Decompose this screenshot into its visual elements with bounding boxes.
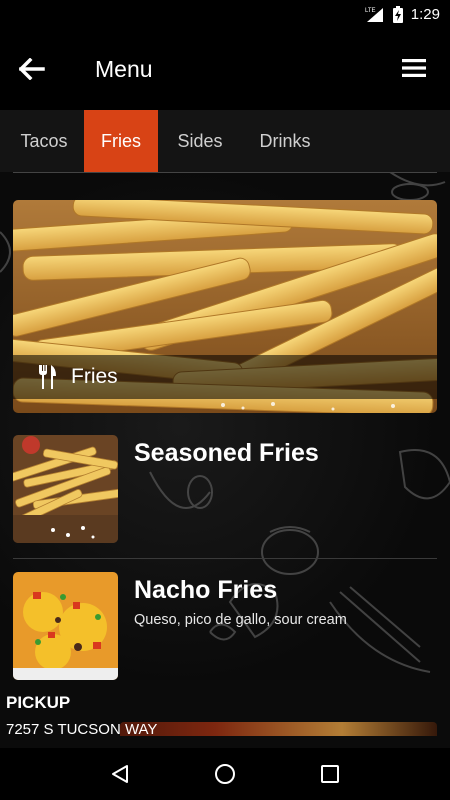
nav-back-icon [112, 765, 129, 783]
nav-recents-icon [320, 765, 339, 783]
back-button[interactable] [2, 39, 62, 99]
arrow-back-icon [19, 58, 45, 80]
category-hero-card[interactable]: Fries [13, 200, 437, 413]
category-tabs: Tacos Fries Sides Drinks [0, 110, 450, 172]
tab-tacos[interactable]: Tacos [0, 110, 84, 172]
seasoned-fries-thumbnail [13, 435, 118, 543]
pickup-label: PICKUP [6, 693, 71, 712]
utensils-icon [39, 365, 56, 389]
hero-label: Fries [71, 365, 118, 388]
pickup-address: 7257 S TUCSON WAY [6, 721, 158, 738]
pickup-banner[interactable]: PICKUP 7257 S TUCSON WAY [0, 680, 450, 748]
item-divider [13, 558, 437, 559]
nacho-fries-thumbnail [13, 572, 118, 680]
tab-sides[interactable]: Sides [158, 110, 242, 172]
page-title: Menu [95, 55, 153, 82]
menu-item-nacho-fries[interactable]: Nacho Fries Queso, pico de gallo, sour c… [13, 572, 437, 680]
menu-button[interactable] [398, 50, 430, 86]
menu-content[interactable]: Fries Seasoned Fries Nacho Fries Queso, … [0, 172, 450, 680]
tab-drinks[interactable]: Drinks [242, 110, 328, 172]
system-nav-bar [0, 748, 450, 800]
status-time: 1:29 [410, 5, 440, 23]
svg-text:LTE: LTE [365, 8, 376, 14]
next-item-peek [120, 722, 437, 736]
menu-item-seasoned-fries[interactable]: Seasoned Fries [13, 435, 437, 545]
battery-charging-icon [392, 5, 403, 23]
nav-home-button[interactable] [205, 754, 245, 794]
tab-fries[interactable]: Fries [84, 110, 158, 172]
hamburger-icon [402, 59, 426, 77]
app-bar: Menu [0, 28, 450, 110]
status-bar: LTE 1:29 [0, 0, 450, 28]
item-name: Nacho Fries [134, 576, 278, 604]
nav-home-icon [214, 764, 235, 784]
nav-recents-button[interactable] [310, 754, 350, 794]
item-name: Seasoned Fries [134, 439, 319, 467]
top-divider [13, 172, 437, 173]
nav-back-button[interactable] [100, 754, 140, 794]
lte-signal-icon: LTE [365, 6, 385, 22]
item-description: Queso, pico de gallo, sour cream [134, 612, 347, 628]
hero-caption: Fries [13, 355, 437, 399]
